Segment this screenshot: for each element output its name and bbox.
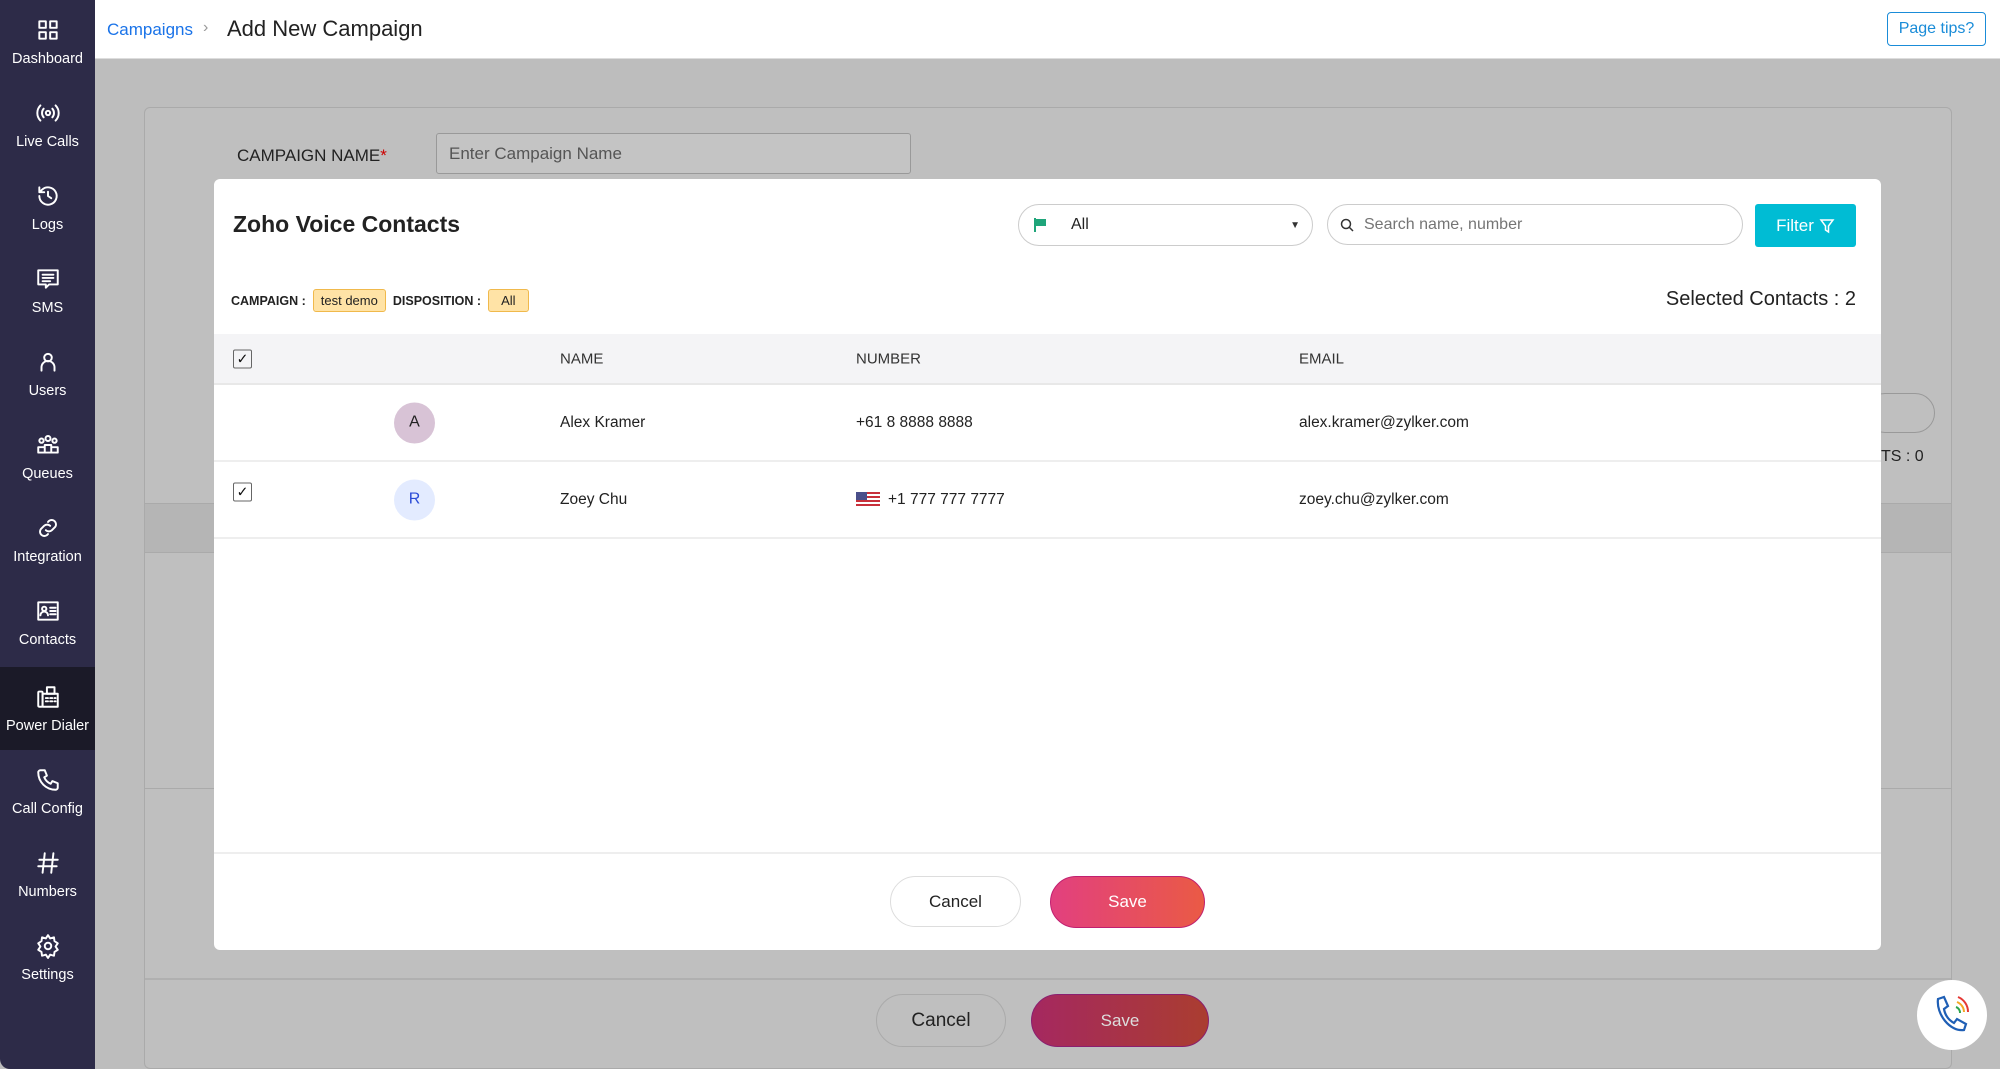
disposition-label: DISPOSITION : bbox=[392, 293, 482, 308]
filter-label: Filter bbox=[1776, 215, 1814, 235]
table-header: ✓ NAME NUMBER EMAIL bbox=[214, 334, 1881, 385]
phone-call-icon bbox=[1936, 995, 1970, 1032]
sidebar-item-label: SMS bbox=[31, 299, 64, 316]
contact-name: Alex Kramer bbox=[560, 413, 646, 431]
campaign-badge: test demo bbox=[312, 289, 386, 312]
column-number: NUMBER bbox=[856, 350, 922, 367]
disposition-badge: All bbox=[488, 289, 529, 312]
dropdown-value: All bbox=[1071, 216, 1089, 233]
search-input[interactable] bbox=[1364, 215, 1704, 234]
form-cancel-button[interactable]: Cancel bbox=[876, 994, 1006, 1047]
list-dropdown[interactable]: All ▼ bbox=[1018, 204, 1313, 246]
modal-footer-divider bbox=[214, 852, 1881, 854]
form-save-button[interactable]: Save bbox=[1031, 994, 1209, 1047]
header: Campaigns › Add New Campaign Page tips? bbox=[95, 0, 2000, 59]
flag-icon bbox=[1034, 218, 1046, 232]
selected-contacts-count: Selected Contacts : 2 bbox=[1665, 288, 1856, 310]
phone-widget-button[interactable] bbox=[1917, 980, 1987, 1050]
sidebar-item-label: Live Calls bbox=[16, 133, 79, 150]
broadcast-icon bbox=[35, 103, 60, 122]
table-row[interactable]: A Alex Kramer +61 8 8888 8888 alex.krame… bbox=[214, 385, 1881, 462]
sidebar-item-label: Queues bbox=[22, 465, 73, 482]
contact-email: alex.kramer@zylker.com bbox=[1299, 413, 1469, 431]
grid-icon bbox=[37, 19, 58, 40]
avatar: A bbox=[394, 402, 435, 443]
sidebar-item-power-dialer[interactable]: Power Dialer bbox=[0, 667, 95, 750]
gear-icon bbox=[36, 933, 59, 959]
contact-card-icon bbox=[36, 600, 59, 621]
sidebar-item-label: Numbers bbox=[18, 883, 77, 900]
hash-icon bbox=[36, 851, 59, 874]
modal-cancel-button[interactable]: Cancel bbox=[890, 876, 1021, 927]
user-icon bbox=[40, 352, 55, 372]
column-name: NAME bbox=[560, 350, 604, 367]
avatar: R bbox=[394, 479, 435, 520]
phone-icon bbox=[36, 768, 59, 791]
sidebar-item-sms[interactable]: SMS bbox=[0, 249, 95, 332]
sidebar-item-label: Settings bbox=[21, 966, 74, 983]
sidebar-item-label: Call Config bbox=[12, 800, 83, 817]
sidebar-item-logs[interactable]: Logs bbox=[0, 166, 95, 249]
contacts-count-fragment: TS : 0 bbox=[1881, 448, 1924, 465]
select-all-checkbox[interactable]: ✓ bbox=[233, 349, 252, 368]
sidebar-item-numbers[interactable]: Numbers bbox=[0, 833, 95, 916]
sidebar-item-label: Logs bbox=[31, 216, 64, 233]
page-title: Add New Campaign bbox=[227, 16, 423, 41]
sidebar-item-queues[interactable]: Queues bbox=[0, 415, 95, 498]
breadcrumb-separator: › bbox=[203, 19, 209, 36]
contact-email: zoey.chu@zylker.com bbox=[1299, 490, 1449, 508]
sidebar-item-label: Power Dialer bbox=[6, 717, 89, 734]
divider bbox=[145, 978, 1951, 980]
sidebar-item-label: Dashboard bbox=[12, 50, 83, 67]
contact-name: Zoey Chu bbox=[560, 490, 628, 508]
sidebar-item-dashboard[interactable]: Dashboard bbox=[0, 0, 95, 83]
contacts-modal: Zoho Voice Contacts All ▼ Filter CAMPAIG… bbox=[214, 179, 1881, 950]
sidebar-item-label: Contacts bbox=[18, 631, 77, 648]
chevron-down-icon: ▼ bbox=[1290, 219, 1300, 231]
table-row[interactable]: ✓ R Zoey Chu +1 777 777 7777 zoey.chu@zy… bbox=[214, 462, 1881, 539]
filter-button[interactable]: Filter bbox=[1755, 204, 1856, 247]
breadcrumb-campaigns[interactable]: Campaigns bbox=[107, 20, 193, 40]
sidebar-item-label: Integration bbox=[13, 548, 82, 565]
us-flag-icon bbox=[856, 492, 880, 507]
group-icon bbox=[36, 434, 59, 454]
filter-summary: CAMPAIGN : test demo DISPOSITION : All bbox=[231, 289, 529, 312]
funnel-icon bbox=[1819, 218, 1835, 233]
sidebar-item-integration[interactable]: Integration bbox=[0, 498, 95, 581]
sidebar-item-contacts[interactable]: Contacts bbox=[0, 581, 95, 664]
campaign-name-label: CAMPAIGN NAME* bbox=[237, 146, 387, 165]
campaign-name-input[interactable]: Enter Campaign Name bbox=[436, 133, 911, 174]
modal-title: Zoho Voice Contacts bbox=[233, 211, 461, 237]
contact-number: +61 8 8888 8888 bbox=[856, 413, 973, 431]
sidebar-item-call-config[interactable]: Call Config bbox=[0, 750, 95, 833]
history-icon bbox=[37, 185, 58, 206]
contact-number: +1 777 777 7777 bbox=[888, 490, 1005, 508]
modal-save-button[interactable]: Save bbox=[1050, 876, 1205, 928]
fax-icon bbox=[36, 685, 59, 708]
sidebar: Dashboard Live Calls Logs SMS Users Queu… bbox=[0, 0, 95, 1069]
search-icon bbox=[1340, 218, 1354, 232]
column-email: EMAIL bbox=[1299, 350, 1345, 367]
sidebar-item-users[interactable]: Users bbox=[0, 332, 95, 415]
campaign-label: CAMPAIGN : bbox=[231, 293, 306, 308]
link-icon bbox=[38, 518, 57, 537]
search-field[interactable] bbox=[1327, 204, 1743, 245]
contact-number-wrap: +1 777 777 7777 bbox=[856, 491, 1005, 509]
sidebar-item-label: Users bbox=[28, 382, 67, 399]
message-icon bbox=[36, 268, 59, 289]
row-checkbox[interactable]: ✓ bbox=[233, 482, 252, 502]
sidebar-item-settings[interactable]: Settings bbox=[0, 916, 95, 999]
page-tips-button[interactable]: Page tips? bbox=[1887, 12, 1986, 46]
sidebar-item-live-calls[interactable]: Live Calls bbox=[0, 83, 95, 166]
